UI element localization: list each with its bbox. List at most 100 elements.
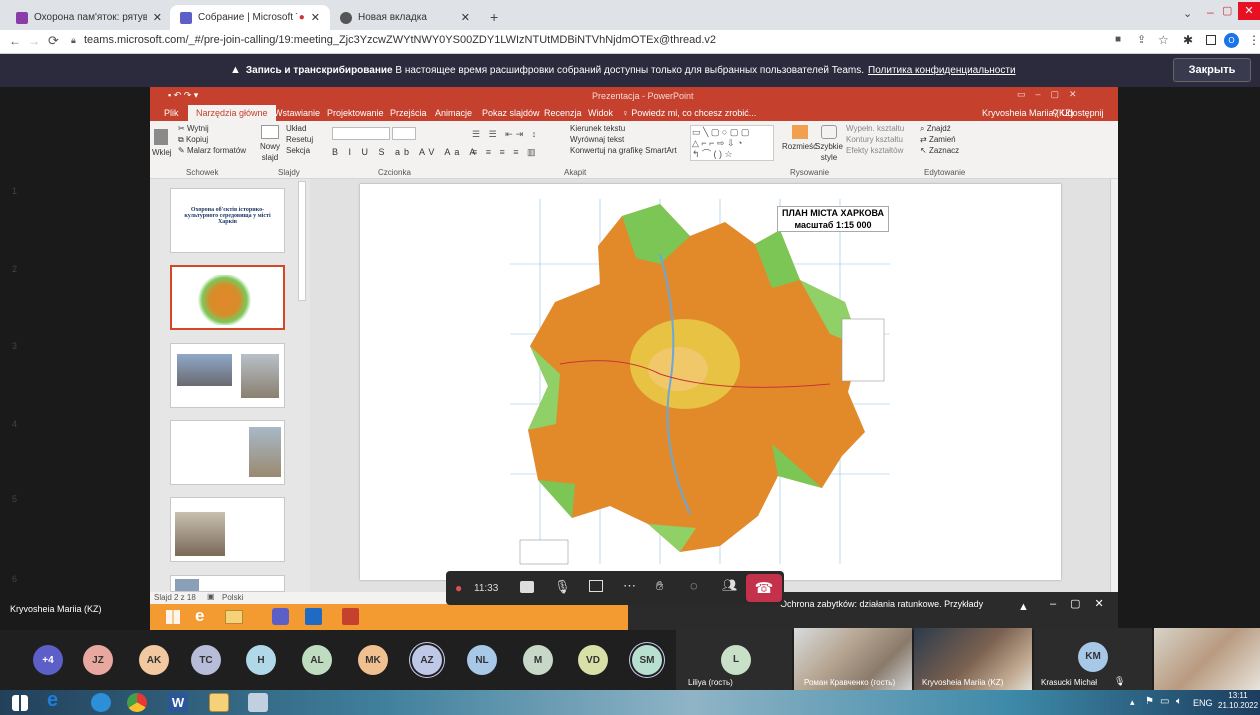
reset-button[interactable]: Resetuj bbox=[286, 134, 313, 145]
notification-window-controls[interactable]: –▢✕ bbox=[1050, 597, 1118, 610]
powerpoint-icon[interactable] bbox=[342, 608, 359, 625]
participant-video-mariia[interactable]: Kryvosheia Mariia (KZ) bbox=[914, 628, 1032, 690]
tab-pokaz-slajdow[interactable]: Pokaz slajdów bbox=[482, 108, 540, 118]
tray-chevron-icon[interactable]: ▴ bbox=[1130, 697, 1135, 708]
tab-animacje[interactable]: Animacje bbox=[435, 108, 472, 118]
camera-toggle[interactable] bbox=[520, 581, 534, 593]
minimize-button[interactable]: – bbox=[1207, 5, 1214, 19]
reload-icon[interactable]: ⟳ bbox=[48, 33, 59, 49]
participant-video-roman[interactable]: Роман Кравченко (гость) bbox=[794, 628, 912, 690]
layout-button[interactable]: Układ bbox=[286, 123, 313, 134]
font-formatting-buttons[interactable]: B I U S ab AV Aa A bbox=[332, 147, 479, 157]
url-field[interactable]: teams.microsoft.com/_#/pre-join-calling/… bbox=[84, 34, 716, 46]
paint-icon[interactable] bbox=[248, 693, 268, 712]
ie-icon[interactable]: e bbox=[195, 606, 204, 626]
bookmark-star-icon[interactable]: ☆ bbox=[1158, 33, 1169, 47]
language-label[interactable]: Polski bbox=[222, 593, 243, 602]
quick-styles-button[interactable]: Szybkie style bbox=[812, 125, 846, 163]
lock-icon[interactable]: 🔒︎ bbox=[71, 35, 76, 46]
font-size-select[interactable] bbox=[392, 127, 416, 140]
maximize-button[interactable]: ▢ bbox=[1222, 4, 1232, 17]
browser-tab-2[interactable]: Собрание | Microsoft Teams ● ✕ bbox=[170, 5, 330, 30]
participant-avatar[interactable]: MK bbox=[358, 645, 388, 675]
windows-start-icon[interactable] bbox=[12, 695, 28, 711]
current-slide[interactable]: ПЛАН МІСТА ХАРКОВА масштаб 1:15 000 bbox=[360, 184, 1061, 580]
mic-off-icon[interactable]: 🎙︎ bbox=[554, 579, 571, 595]
save-icon[interactable]: ▪ ↶ ↷ ▾ bbox=[168, 90, 198, 101]
browser-tab-1[interactable]: Охорона пам'яток: рятувальні з ✕ bbox=[6, 5, 172, 30]
chrome-icon[interactable] bbox=[127, 693, 147, 712]
smartart-button[interactable]: Konwertuj na grafikę SmartArt bbox=[570, 145, 677, 156]
format-painter-button[interactable]: ✎ Malarz formatów bbox=[178, 145, 246, 156]
participant-tile-krasucki[interactable]: KM Krasucki Michał 🎙︎ bbox=[1034, 628, 1152, 690]
participant-video-self[interactable] bbox=[1154, 628, 1260, 690]
participant-tile-liliya[interactable]: L Liliya (гость) bbox=[676, 628, 792, 690]
viber-icon[interactable] bbox=[91, 693, 111, 712]
thumbnail-scrollbar[interactable] bbox=[298, 181, 306, 301]
close-tab-icon[interactable]: ✕ bbox=[311, 11, 320, 24]
copy-button[interactable]: ⧉ Kopiuj bbox=[178, 134, 246, 145]
tab-recenzja[interactable]: Recenzja bbox=[544, 108, 582, 118]
shape-outline-button[interactable]: Kontury kształtu bbox=[846, 134, 904, 145]
paste-button[interactable]: Wklej bbox=[152, 129, 172, 158]
sidebar-icon[interactable] bbox=[1206, 35, 1216, 45]
find-button[interactable]: ⌕ Znajdź bbox=[920, 123, 959, 134]
clock[interactable]: 13:11 21.10.2022 bbox=[1218, 691, 1258, 711]
participant-avatar[interactable]: AZ bbox=[412, 645, 442, 675]
tab-plik[interactable]: Plik bbox=[164, 108, 179, 118]
alignment-buttons[interactable]: ≡ ≡ ≡ ≡ ▥ bbox=[472, 147, 539, 158]
outlook-icon[interactable] bbox=[305, 608, 322, 625]
slide-thumbnail-4[interactable] bbox=[170, 420, 285, 485]
cut-button[interactable]: ✂ Wytnij bbox=[178, 123, 246, 134]
share-screen-button[interactable] bbox=[589, 580, 603, 592]
flag-icon[interactable]: ⚑ bbox=[1145, 696, 1154, 707]
share-icon[interactable]: ⇪ bbox=[1137, 33, 1146, 46]
close-banner-button[interactable]: Закрыть bbox=[1173, 58, 1251, 82]
participant-avatar[interactable]: M bbox=[523, 645, 553, 675]
tab-projektowanie[interactable]: Projektowanie bbox=[327, 108, 384, 118]
participant-avatar[interactable]: AL bbox=[302, 645, 332, 675]
close-tab-icon[interactable]: ✕ bbox=[153, 11, 162, 24]
close-tab-icon[interactable]: ✕ bbox=[461, 11, 470, 24]
tab-widok[interactable]: Widok bbox=[588, 108, 613, 118]
volume-icon[interactable]: 🔈︎ bbox=[1176, 696, 1182, 707]
participant-avatar[interactable]: AK bbox=[139, 645, 169, 675]
spellcheck-icon[interactable]: ▣ bbox=[207, 592, 215, 601]
input-language[interactable]: ENG bbox=[1193, 698, 1213, 708]
replace-button[interactable]: ⇄ Zamień bbox=[920, 134, 959, 145]
more-actions-icon[interactable]: ⋯ bbox=[623, 578, 636, 594]
list-buttons[interactable]: ☰ ☰ ⇤⇥ ↕ bbox=[472, 129, 539, 140]
ppt-window-controls[interactable]: ▭–▢✕ bbox=[1017, 89, 1087, 100]
slide-thumbnail-5[interactable] bbox=[170, 497, 285, 562]
shape-fill-button[interactable]: Wypełn. kształtu bbox=[846, 123, 904, 134]
folder-icon[interactable] bbox=[225, 610, 243, 624]
chat-icon[interactable]: ◌ bbox=[690, 578, 698, 593]
forward-icon[interactable]: → bbox=[28, 34, 40, 48]
select-button[interactable]: ↖ Zaznacz bbox=[920, 145, 959, 156]
shapes-gallery[interactable]: ▭ ╲ ▢ ○ ▢ ▢ △ ⌐ ⌐ ⇨ ⇩ ◔ ↰ ⌒ ( ) ☆ bbox=[690, 125, 774, 161]
tab-przejscia[interactable]: Przejścia bbox=[390, 108, 427, 118]
browser-tab-3[interactable]: Новая вкладка ✕ bbox=[330, 5, 480, 30]
extensions-icon[interactable]: ✱ bbox=[1183, 33, 1193, 47]
leave-call-button[interactable]: ☎︎ bbox=[746, 574, 782, 602]
slide-thumbnail-2[interactable] bbox=[170, 265, 285, 330]
participant-avatar[interactable]: +4 bbox=[33, 645, 63, 675]
participant-avatar[interactable]: VD bbox=[578, 645, 608, 675]
participant-avatar[interactable]: TC bbox=[191, 645, 221, 675]
close-window-button[interactable]: ✕ bbox=[1238, 2, 1260, 20]
participant-avatar[interactable]: H bbox=[246, 645, 276, 675]
slide-thumbnail-6[interactable] bbox=[170, 575, 285, 592]
windows-start-icon[interactable] bbox=[166, 610, 180, 624]
word-icon[interactable]: W bbox=[168, 693, 188, 712]
section-button[interactable]: Sekcja bbox=[286, 145, 313, 156]
share-button[interactable]: ⚲ Udostępnij bbox=[1052, 108, 1104, 119]
participant-avatar[interactable]: NL bbox=[467, 645, 497, 675]
participant-avatar[interactable]: JZ bbox=[83, 645, 113, 675]
folder-icon[interactable] bbox=[209, 693, 229, 712]
participant-avatar[interactable]: SM bbox=[632, 645, 662, 675]
new-tab-button[interactable]: + bbox=[490, 9, 498, 25]
profile-avatar[interactable]: O bbox=[1224, 33, 1239, 48]
new-slide-button[interactable]: Nowy slajd bbox=[258, 125, 282, 163]
tell-me-field[interactable]: ♀ Powiedz mi, co chcesz zrobić... bbox=[622, 108, 756, 118]
raise-hand-icon[interactable]: ✋︎ bbox=[656, 578, 663, 594]
